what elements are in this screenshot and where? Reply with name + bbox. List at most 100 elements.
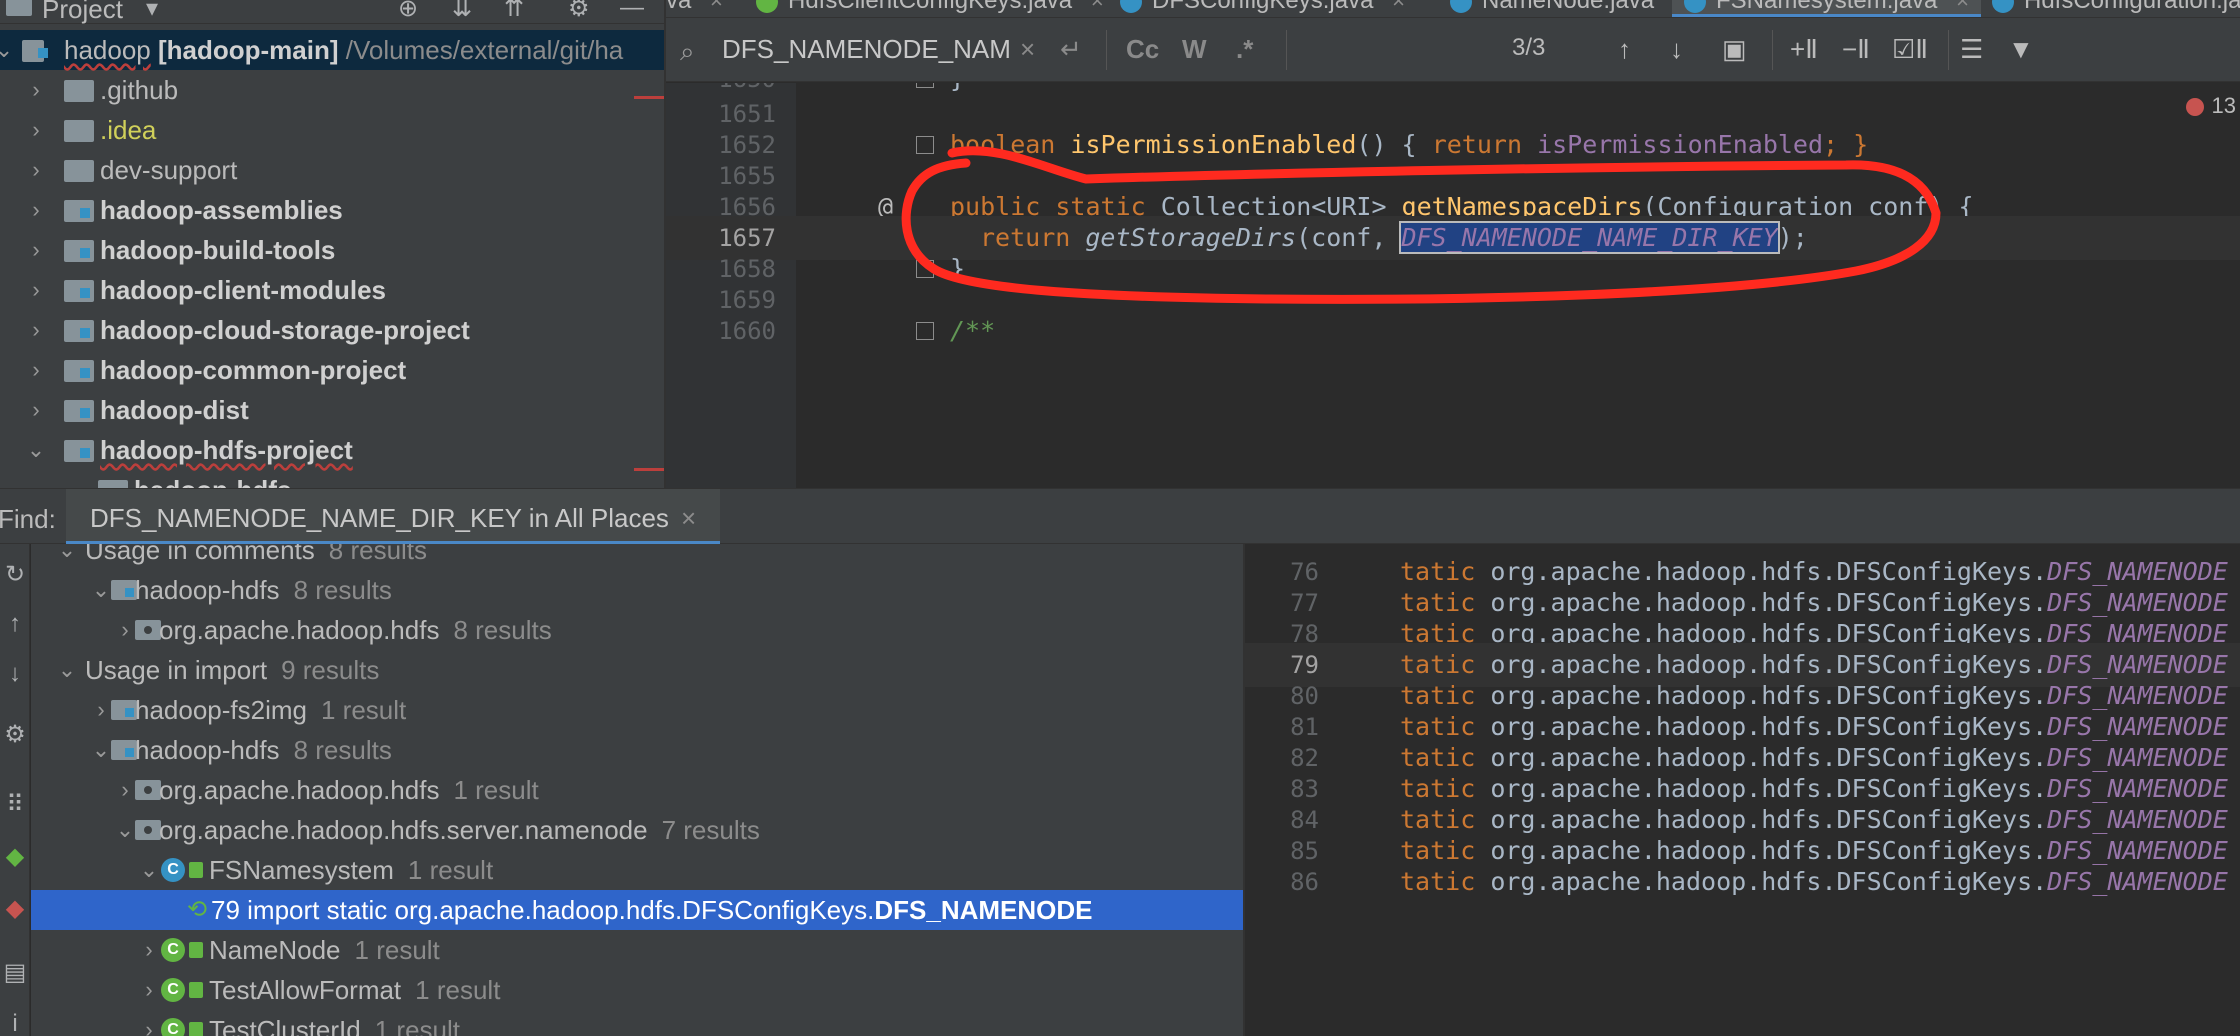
- chevron-right-icon[interactable]: ›: [139, 970, 159, 1010]
- tab-hdfsclientconfigkeys[interactable]: HdfsClientConfigKeys.java ×: [756, 0, 1104, 17]
- previous-occurrence-icon[interactable]: ↑: [0, 610, 30, 638]
- fold-marker-icon[interactable]: [916, 260, 934, 278]
- add-occurrence-icon[interactable]: +Ⅱ: [1790, 34, 1818, 65]
- project-panel-title[interactable]: Project: [42, 0, 123, 25]
- tree-item-hadoop-dist[interactable]: › hadoop-dist: [0, 390, 664, 430]
- tree-item-hadoop-build-tools[interactable]: › hadoop-build-tools: [0, 230, 664, 270]
- remove-occurrence-icon[interactable]: −Ⅱ: [1842, 34, 1870, 65]
- result-class-testclusterid[interactable]: › C TestClusterId 1 result: [31, 1010, 1243, 1036]
- close-icon[interactable]: ×: [1956, 0, 1969, 13]
- panel-icon: [6, 0, 32, 16]
- result-class-fsnamesystem[interactable]: ⌄ C FSNamesystem 1 result: [31, 850, 1243, 890]
- close-icon[interactable]: ×: [1091, 0, 1104, 13]
- result-class-testallowformat[interactable]: › C TestAllowFormat 1 result: [31, 970, 1243, 1010]
- chevron-right-icon[interactable]: ›: [26, 310, 46, 350]
- tree-item-idea[interactable]: › .idea: [0, 110, 664, 150]
- fold-marker-icon[interactable]: [916, 83, 934, 88]
- export-icon[interactable]: ◆: [0, 842, 30, 871]
- chevron-down-icon[interactable]: ⌄: [57, 544, 77, 570]
- tab-fsnamesystem[interactable]: FSNamesystem.java ×: [1672, 0, 1981, 17]
- chevron-down-icon[interactable]: ⌄: [60, 470, 80, 488]
- tree-root-hadoop[interactable]: ⌄ hadoop [hadoop-main] /Volumes/external…: [0, 30, 664, 70]
- code-editor[interactable]: 13 1650 } 1651 1652 boolean isPermission…: [666, 83, 2240, 488]
- chevron-right-icon[interactable]: ›: [91, 690, 111, 730]
- expand-all-icon[interactable]: ⇊: [452, 0, 472, 23]
- chevron-down-icon[interactable]: ⌄: [26, 430, 46, 470]
- root-module: [hadoop-main]: [158, 35, 339, 65]
- collapse-all-icon[interactable]: ⇈: [504, 0, 524, 23]
- info-icon[interactable]: i: [0, 1010, 30, 1036]
- clear-search-icon[interactable]: ×: [1020, 34, 1035, 65]
- tree-item-hadoop-client-modules[interactable]: › hadoop-client-modules: [0, 270, 664, 310]
- result-module-hadoop-hdfs[interactable]: ⌄ hadoop-hdfs 8 results: [31, 730, 1243, 770]
- chevron-right-icon[interactable]: ›: [26, 350, 46, 390]
- chevron-down-icon[interactable]: ⌄: [91, 570, 111, 610]
- chevron-down-icon[interactable]: ⌄: [91, 730, 111, 770]
- match-case-toggle[interactable]: Cc: [1126, 34, 1159, 65]
- close-icon[interactable]: ×: [1392, 0, 1405, 13]
- result-group-import[interactable]: ⌄ Usage in import 9 results: [31, 650, 1243, 690]
- chevron-down-icon[interactable]: ⌄: [57, 650, 77, 690]
- chevron-right-icon[interactable]: ›: [26, 110, 46, 150]
- tab-hdfsconfiguration[interactable]: HdfsConfiguration.java: [1992, 0, 2240, 17]
- filter-icon[interactable]: ▼: [2008, 34, 2034, 65]
- locate-file-icon[interactable]: ⊕: [398, 0, 418, 23]
- next-occurrence-icon[interactable]: ↓: [1670, 34, 1683, 65]
- tree-item-hadoop-common-project[interactable]: › hadoop-common-project: [0, 350, 664, 390]
- chevron-right-icon[interactable]: ›: [26, 230, 46, 270]
- search-in-selection-icon[interactable]: ☰: [1960, 34, 1983, 65]
- usage-preview-pane[interactable]: 76 tatic org.apache.hadoop.hdfs.DFSConfig…: [1243, 544, 2240, 1036]
- regex-toggle[interactable]: .*: [1236, 34, 1253, 65]
- result-package[interactable]: › org.apache.hadoop.hdfs 8 results: [31, 610, 1243, 650]
- new-line-icon[interactable]: ↵: [1060, 34, 1082, 65]
- chevron-right-icon[interactable]: ›: [139, 930, 159, 970]
- gear-icon[interactable]: ⚙: [0, 720, 30, 749]
- result-module-hadoop-fs2img[interactable]: › hadoop-fs2img 1 result: [31, 690, 1243, 730]
- gear-icon[interactable]: ⚙: [568, 0, 590, 23]
- result-package-namenode[interactable]: ⌄ org.apache.hadoop.hdfs.server.namenode…: [31, 810, 1243, 850]
- tree-item-dev-support[interactable]: › dev-support: [0, 150, 664, 190]
- tab-dfsconfigkeys[interactable]: DFSConfigKeys.java ×: [1120, 0, 1405, 17]
- chevron-down-icon[interactable]: ⌄: [115, 810, 135, 850]
- group-by-module-icon[interactable]: ⠿: [0, 790, 30, 819]
- fold-marker-icon[interactable]: [916, 136, 934, 154]
- result-class-namenode[interactable]: › C NameNode 1 result: [31, 930, 1243, 970]
- tree-item-hadoop-assemblies[interactable]: › hadoop-assemblies: [0, 190, 664, 230]
- tree-item-hadoop-cloud-storage-project[interactable]: › hadoop-cloud-storage-project: [0, 310, 664, 350]
- fold-marker-icon[interactable]: [916, 322, 934, 340]
- close-icon[interactable]: ×: [710, 0, 723, 13]
- chevron-down-icon[interactable]: ⌄: [0, 30, 14, 70]
- chevron-right-icon[interactable]: ›: [26, 190, 46, 230]
- chevron-right-icon[interactable]: ›: [115, 610, 135, 650]
- next-occurrence-icon[interactable]: ↓: [0, 660, 30, 688]
- tree-item-github[interactable]: › .github: [0, 70, 664, 110]
- whole-words-toggle[interactable]: W: [1182, 34, 1207, 65]
- chevron-right-icon[interactable]: ›: [139, 1010, 159, 1036]
- search-input[interactable]: [722, 31, 1012, 67]
- chevron-right-icon[interactable]: ›: [26, 270, 46, 310]
- result-group-comments[interactable]: ⌄ Usage in comments 8 results: [31, 544, 1243, 570]
- chevron-right-icon[interactable]: ›: [26, 390, 46, 430]
- chevron-right-icon[interactable]: ›: [115, 770, 135, 810]
- chevron-right-icon[interactable]: ›: [26, 70, 46, 110]
- find-results-tab[interactable]: DFS_NAMENODE_NAME_DIR_KEY in All Places ×: [66, 489, 721, 545]
- chevron-down-icon[interactable]: ⌄: [139, 850, 159, 890]
- tab-partial[interactable]: va ×: [666, 0, 723, 17]
- close-icon[interactable]: ×: [681, 503, 696, 533]
- tree-item-hadoop-hdfs-project[interactable]: ⌄ hadoop-hdfs-project: [0, 430, 664, 470]
- chevron-right-icon[interactable]: ›: [26, 150, 46, 190]
- result-package[interactable]: › org.apache.hadoop.hdfs 1 result: [31, 770, 1243, 810]
- exclude-icon[interactable]: ◆: [0, 894, 30, 923]
- search-icon[interactable]: ⌕: [680, 36, 695, 68]
- view-dropdown-icon[interactable]: ▾: [146, 0, 158, 23]
- tree-item-hadoop-hdfs[interactable]: ⌄ hadoop-hdfs: [0, 470, 664, 488]
- result-usage-selected[interactable]: ⟲ 79 import static org.apache.hadoop.hdf…: [31, 890, 1243, 930]
- open-in-window-icon[interactable]: ▣: [1722, 34, 1747, 65]
- tab-namenode[interactable]: NameNode.java ×: [1450, 0, 1686, 17]
- previous-occurrence-icon[interactable]: ↑: [1618, 34, 1631, 65]
- preview-icon[interactable]: ▤: [0, 958, 30, 987]
- select-all-occurrences-icon[interactable]: ☑Ⅱ: [1892, 34, 1928, 65]
- rerun-icon[interactable]: ↻: [0, 560, 30, 589]
- hide-panel-icon[interactable]: —: [620, 0, 644, 22]
- result-module-hadoop-hdfs[interactable]: ⌄ hadoop-hdfs 8 results: [31, 570, 1243, 610]
